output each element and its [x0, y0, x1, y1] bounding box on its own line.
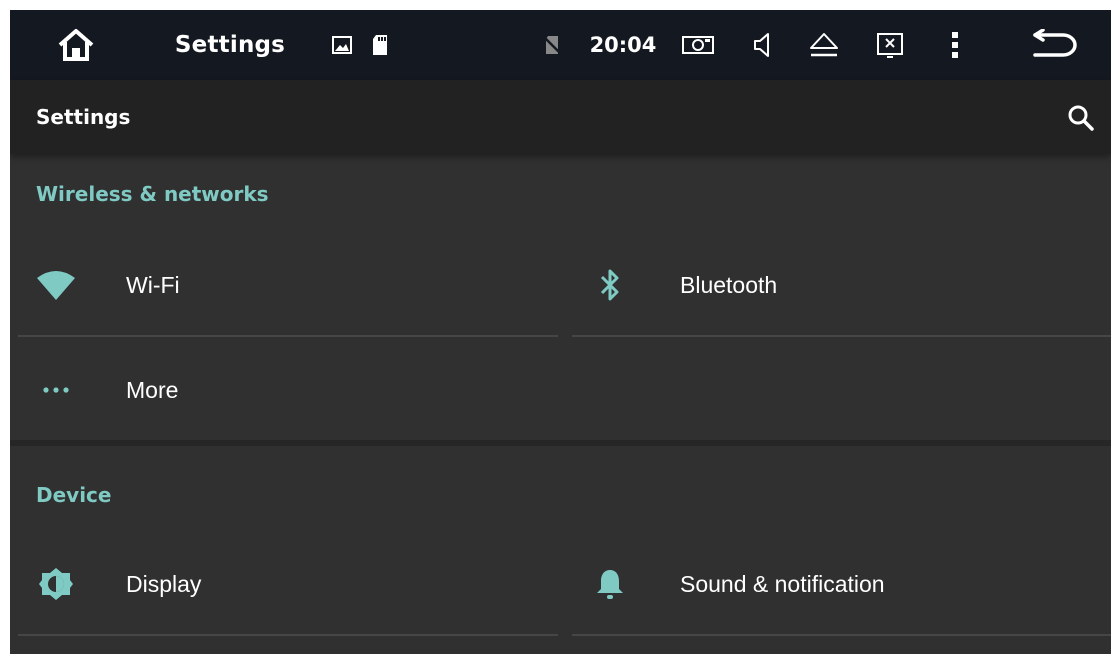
section-header-wireless: Wireless & networks [36, 182, 269, 206]
more-horiz-icon [36, 370, 76, 410]
settings-item-label: More [126, 376, 179, 403]
search-icon[interactable] [1067, 104, 1095, 132]
section-header-device: Device [36, 483, 112, 507]
divider [572, 634, 1111, 636]
action-bar: Settings [10, 80, 1111, 154]
brightness-icon [36, 564, 76, 604]
settings-item-more[interactable]: More [10, 340, 558, 440]
system-bar-title: Settings [174, 32, 286, 58]
close-window-icon[interactable] [872, 10, 908, 80]
back-icon[interactable] [1024, 10, 1084, 80]
divider [572, 335, 1111, 337]
settings-item-bluetooth[interactable]: Bluetooth [564, 235, 1111, 335]
system-bar: Settings 20:04 [10, 10, 1111, 80]
settings-item-sound-notification[interactable]: Sound & notification [564, 534, 1111, 634]
clock: 20:04 [589, 33, 657, 57]
settings-screen: Settings 20:04 Settings Wireless & netwo… [10, 10, 1111, 654]
action-bar-title: Settings [36, 105, 131, 129]
bluetooth-icon [590, 265, 630, 305]
eject-icon[interactable] [806, 10, 842, 80]
home-icon[interactable] [46, 10, 106, 80]
divider [18, 634, 558, 636]
bell-icon [590, 564, 630, 604]
volume-icon[interactable] [748, 10, 778, 80]
more-vert-icon[interactable] [940, 10, 970, 80]
divider [18, 335, 558, 337]
settings-item-label: Wi-Fi [126, 271, 180, 298]
wifi-icon [36, 265, 76, 305]
screenshot-icon[interactable] [678, 10, 718, 80]
settings-item-label: Bluetooth [680, 271, 778, 298]
section-separator [10, 440, 1111, 446]
no-sim-icon [538, 10, 566, 80]
sd-card-icon [366, 10, 394, 80]
settings-item-label: Display [126, 570, 202, 597]
image-icon [328, 10, 356, 80]
settings-item-display[interactable]: Display [10, 534, 558, 634]
settings-item-wifi[interactable]: Wi-Fi [10, 235, 558, 335]
settings-item-label: Sound & notification [680, 570, 885, 597]
